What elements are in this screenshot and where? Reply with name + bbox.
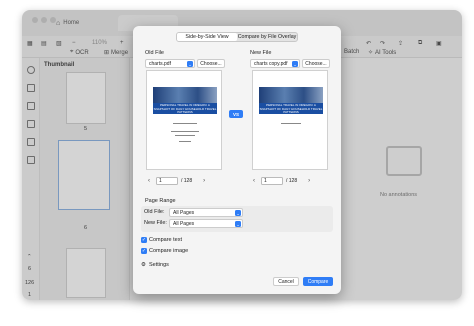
new-file-preview[interactable]: PERSONAL TRAVEL IN OREGON: A SNAPSHOT OF… xyxy=(252,70,328,170)
view-mode-segmented-control: Side-by-Side View Compare by File Overla… xyxy=(176,32,298,42)
new-file-select[interactable]: charts copy.pdf ⌄ xyxy=(250,59,300,68)
new-preview-page: PERSONAL TRAVEL IN OREGON: A SNAPSHOT OF… xyxy=(259,87,323,157)
preview-line xyxy=(171,131,199,132)
chevron-down-icon: ⌄ xyxy=(187,61,193,67)
vs-badge: VS xyxy=(229,110,243,118)
new-page-total: / 128 xyxy=(286,177,298,184)
new-next-page-button[interactable]: › xyxy=(305,177,313,185)
compare-button[interactable]: Compare xyxy=(303,277,333,286)
cancel-button[interactable]: Cancel xyxy=(273,277,299,286)
old-next-page-button[interactable]: › xyxy=(200,177,208,185)
new-prev-page-button[interactable]: ‹ xyxy=(250,177,258,185)
old-file-label: Old File xyxy=(145,50,164,56)
old-file-preview[interactable]: PERSONAL TRAVEL IN OREGON: A SNAPSHOT OF… xyxy=(146,70,222,170)
new-file-name: charts copy.pdf xyxy=(254,60,288,67)
preview-banner-image xyxy=(153,87,217,103)
chevron-down-icon: ⌄ xyxy=(235,210,241,216)
preview-line xyxy=(179,141,191,142)
compare-text-label: Compare text xyxy=(149,237,183,243)
compare-image-checkbox[interactable]: ✓ xyxy=(141,248,147,254)
settings-icon[interactable]: ⚙ xyxy=(141,262,146,268)
page-range-box: Old File: All Pages ⌄ New File: All Page… xyxy=(141,206,333,232)
range-old-file-select[interactable]: All Pages ⌄ xyxy=(169,208,243,217)
preview-line xyxy=(173,123,197,124)
old-prev-page-button[interactable]: ‹ xyxy=(145,177,153,185)
chevron-down-icon: ⌄ xyxy=(235,221,241,227)
tab-file-overlay[interactable]: Compare by File Overlay xyxy=(237,33,297,41)
range-old-file-label: Old File: xyxy=(144,209,165,215)
old-page-navigator: ‹ 1 / 128 › xyxy=(145,176,208,185)
chevron-down-icon: ⌄ xyxy=(292,61,298,67)
preview-title: PERSONAL TRAVEL IN OREGON: A SNAPSHOT OF… xyxy=(259,103,323,115)
settings-link[interactable]: Settings xyxy=(149,262,169,268)
new-file-label: New File xyxy=(250,50,272,56)
old-page-input[interactable]: 1 xyxy=(156,176,178,185)
old-file-choose-button[interactable]: Choose... xyxy=(197,59,225,68)
range-new-file-label: New File: xyxy=(144,220,167,226)
compare-text-checkbox[interactable]: ✓ xyxy=(141,237,147,243)
old-file-select[interactable]: charts.pdf ⌄ xyxy=(145,59,195,68)
preview-title: PERSONAL TRAVEL IN OREGON: A SNAPSHOT OF… xyxy=(153,103,217,115)
old-page-total: / 128 xyxy=(181,177,193,184)
range-old-file-value: All Pages xyxy=(173,209,195,216)
compare-image-label: Compare image xyxy=(149,248,189,254)
old-file-name: charts.pdf xyxy=(149,60,171,67)
tab-side-by-side[interactable]: Side-by-Side View xyxy=(177,33,237,41)
page-range-title: Page Range xyxy=(145,198,176,204)
preview-banner-image xyxy=(259,87,323,103)
new-file-choose-button[interactable]: Choose... xyxy=(302,59,330,68)
preview-line xyxy=(281,123,301,124)
range-new-file-select[interactable]: All Pages ⌄ xyxy=(169,219,243,228)
new-page-input[interactable]: 1 xyxy=(261,176,283,185)
compare-dialog: Side-by-Side View Compare by File Overla… xyxy=(133,26,341,294)
preview-line xyxy=(175,135,195,136)
new-page-navigator: ‹ 1 / 128 › xyxy=(250,176,313,185)
old-preview-page: PERSONAL TRAVEL IN OREGON: A SNAPSHOT OF… xyxy=(153,87,217,157)
range-new-file-value: All Pages xyxy=(173,220,195,227)
